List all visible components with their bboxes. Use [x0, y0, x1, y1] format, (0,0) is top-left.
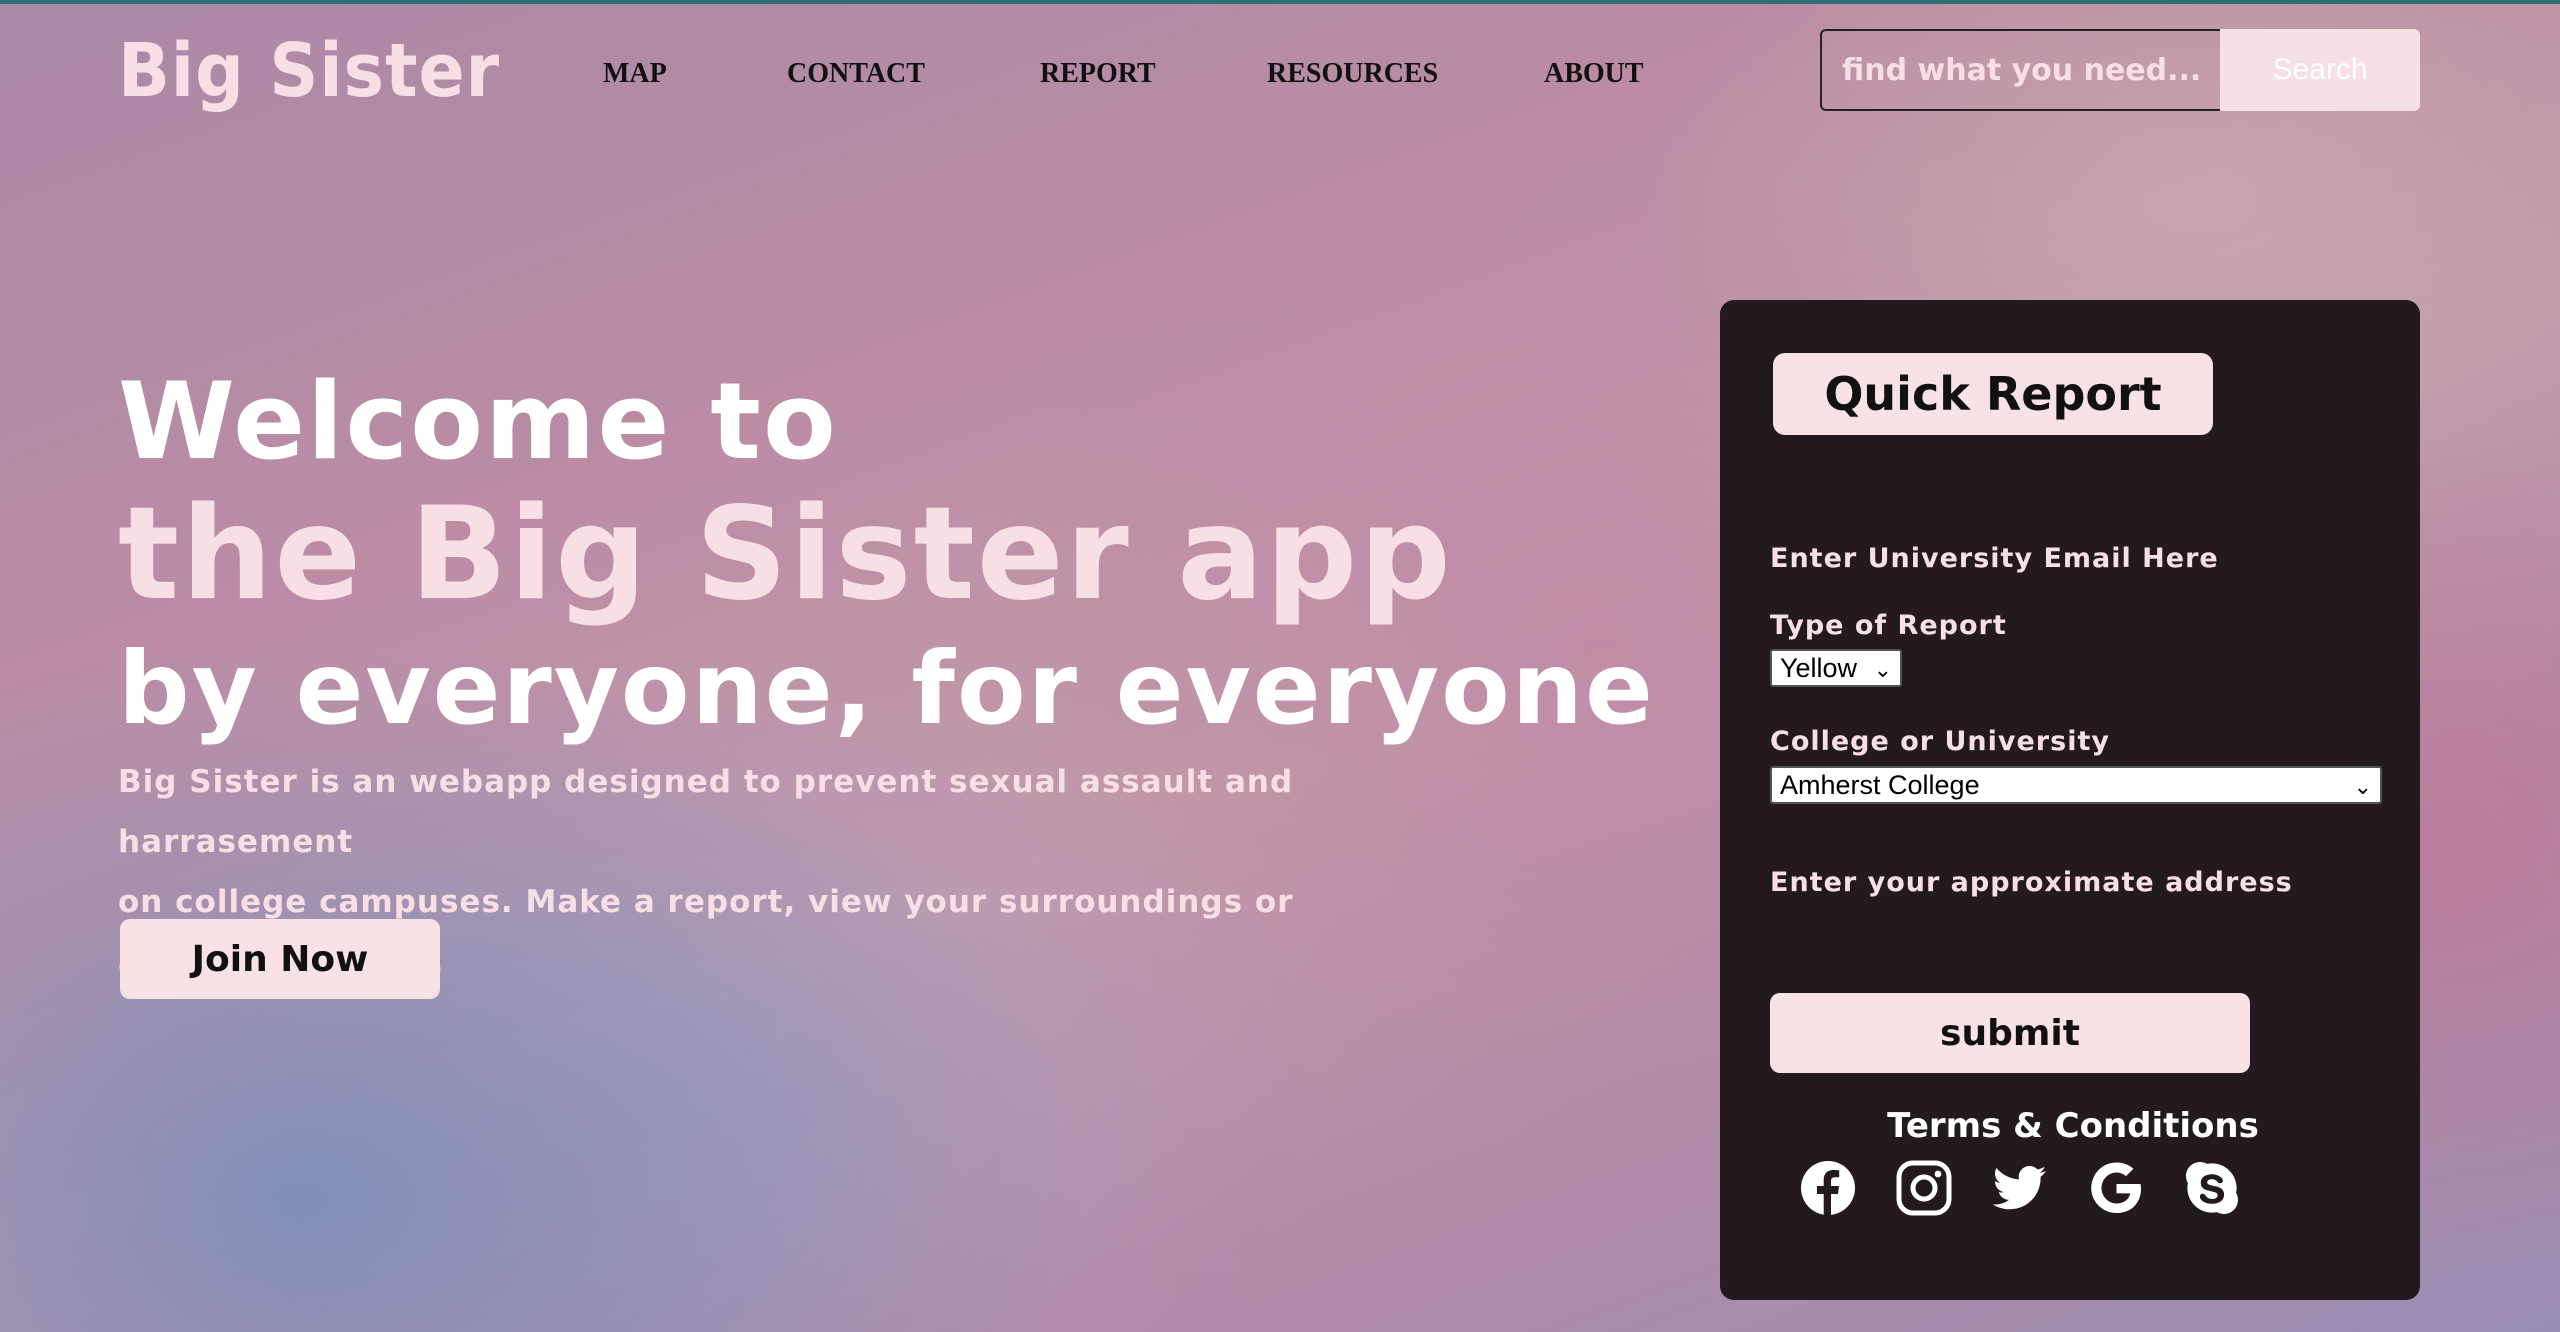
- hero-tagline: by everyone, for everyone: [118, 630, 1655, 747]
- terms-link[interactable]: Terms & Conditions: [1720, 1106, 2420, 1146]
- quick-report-panel: Quick Report Type of Report Yellow ⌄ Col…: [1720, 300, 2420, 1300]
- google-icon[interactable]: [2088, 1160, 2144, 1216]
- join-now-button[interactable]: Join Now: [120, 919, 440, 999]
- college-select[interactable]: Amherst College ⌄: [1770, 766, 2382, 804]
- instagram-icon[interactable]: [1896, 1160, 1952, 1216]
- terms-label: Terms & Conditions: [1887, 1106, 2259, 1146]
- report-type-value: Yellow: [1780, 653, 1858, 683]
- hero-app-name: the Big Sister app: [118, 480, 1453, 629]
- nav-contact[interactable]: CONTACT: [787, 58, 925, 90]
- address-input[interactable]: [1770, 860, 2330, 904]
- quick-report-title: Quick Report: [1773, 353, 2213, 435]
- hero-welcome: Welcome to: [118, 360, 838, 483]
- chevron-down-icon: ⌄: [1873, 657, 1892, 682]
- college-label: College or University: [1770, 726, 2110, 757]
- top-border: [0, 0, 2560, 4]
- facebook-icon[interactable]: [1800, 1160, 1856, 1216]
- report-type-select[interactable]: Yellow ⌄: [1770, 649, 1902, 687]
- nav-map[interactable]: MAP: [603, 58, 667, 90]
- university-email-input[interactable]: [1770, 536, 2330, 580]
- nav-resources[interactable]: RESOURCES: [1267, 58, 1438, 90]
- report-type-label: Type of Report: [1770, 610, 2007, 641]
- search-input[interactable]: [1820, 29, 2220, 111]
- logo[interactable]: Big Sister: [118, 28, 500, 114]
- college-value: Amherst College: [1780, 770, 1980, 800]
- nav-report[interactable]: REPORT: [1040, 58, 1156, 90]
- submit-button[interactable]: submit: [1770, 993, 2250, 1073]
- nav-about[interactable]: ABOUT: [1544, 58, 1644, 90]
- skype-icon[interactable]: [2184, 1160, 2240, 1216]
- chevron-down-icon: ⌄: [2353, 774, 2372, 799]
- hero-description-line1: Big Sister is an webapp designed to prev…: [118, 764, 1294, 860]
- twitter-icon[interactable]: [1992, 1160, 2048, 1216]
- search-button[interactable]: Search: [2220, 29, 2420, 111]
